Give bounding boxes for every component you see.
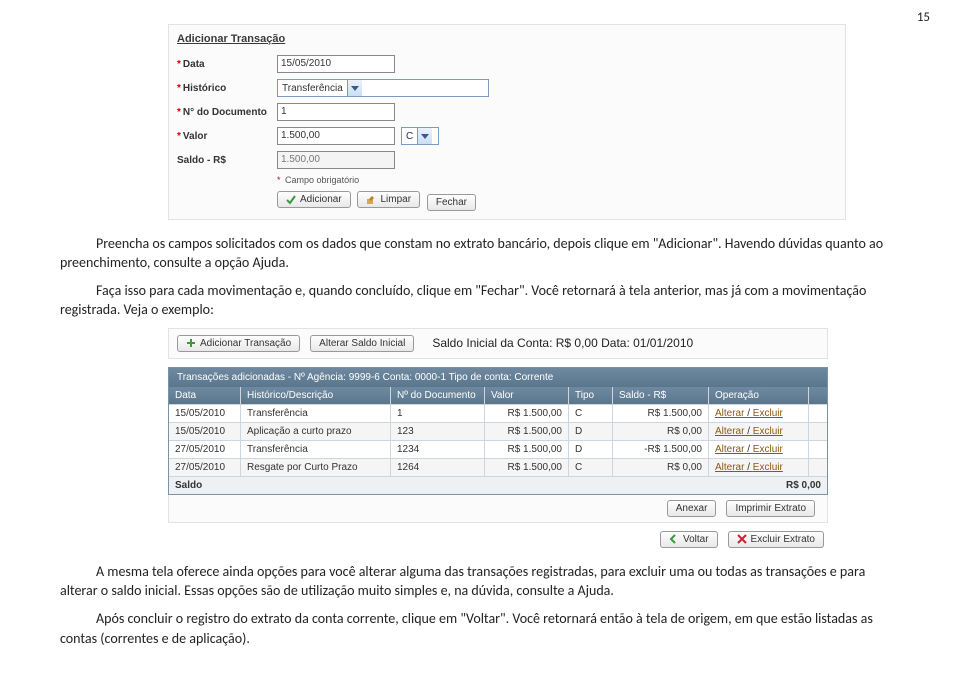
excluir-link[interactable]: Excluir — [744, 426, 782, 437]
fechar-button[interactable]: Fechar — [427, 194, 476, 211]
excluir-link[interactable]: Excluir — [744, 444, 782, 455]
screenshot-add-transaction: Adicionar Transação *Data 15/05/2010 *Hi… — [168, 24, 846, 220]
chevron-down-icon — [417, 128, 432, 144]
limpar-button[interactable]: Limpar — [357, 191, 420, 208]
excluir-link[interactable]: Excluir — [744, 462, 782, 473]
table-header: Data Histórico/Descrição Nº do Documento… — [169, 387, 827, 404]
numdoc-input[interactable]: 1 — [277, 103, 395, 121]
alterar-link[interactable]: Alterar — [715, 462, 744, 473]
chevron-down-icon — [347, 80, 362, 96]
data-input[interactable]: 15/05/2010 — [277, 55, 395, 73]
transactions-table: Transações adicionadas - Nº Agência: 999… — [168, 367, 828, 495]
adicionar-button[interactable]: Adicionar — [277, 191, 351, 208]
table-row: 15/05/2010Transferência1R$ 1.500,00CR$ 1… — [169, 404, 827, 422]
label-numdoc: *N° do Documento — [177, 107, 277, 118]
saldo-footer-value: R$ 0,00 — [727, 477, 827, 494]
historico-select[interactable]: Transferência — [277, 79, 489, 97]
table-row: 27/05/2010Transferência1234R$ 1.500,00D-… — [169, 440, 827, 458]
label-valor: *Valor — [177, 131, 277, 142]
required-note: * Campo obrigatório — [277, 175, 837, 185]
saldo-readonly: 1.500,00 — [277, 151, 395, 169]
voltar-button[interactable]: Voltar — [660, 531, 718, 548]
saldo-inicial-title: Saldo Inicial da Conta: R$ 0,00 Data: 01… — [432, 336, 693, 350]
table-caption: Transações adicionadas - Nº Agência: 999… — [169, 368, 827, 387]
anexar-button[interactable]: Anexar — [667, 500, 717, 517]
imprimir-extrato-button[interactable]: Imprimir Extrato — [726, 500, 815, 517]
alterar-saldo-button[interactable]: Alterar Saldo Inicial — [310, 335, 414, 352]
table-row: 27/05/2010Resgate por Curto Prazo1264R$ … — [169, 458, 827, 476]
label-historico: *Histórico — [177, 83, 277, 94]
paragraph-3: A mesma tela oferece ainda opções para v… — [60, 562, 900, 601]
label-saldo: Saldo - R$ — [177, 155, 277, 166]
alterar-link[interactable]: Alterar — [715, 408, 744, 419]
screenshot-transaction-list: Adicionar Transação Alterar Saldo Inicia… — [168, 328, 828, 548]
label-data: *Data — [177, 59, 277, 70]
adicionar-transacao-button[interactable]: Adicionar Transação — [177, 335, 300, 352]
table-row: 15/05/2010Aplicação a curto prazo123R$ 1… — [169, 422, 827, 440]
excluir-link[interactable]: Excluir — [744, 408, 782, 419]
alterar-link[interactable]: Alterar — [715, 444, 744, 455]
excluir-extrato-button[interactable]: Excluir Extrato — [728, 531, 824, 548]
alterar-link[interactable]: Alterar — [715, 426, 744, 437]
tipo-select[interactable]: C — [401, 127, 439, 145]
page-number: 15 — [917, 10, 930, 25]
saldo-footer-label: Saldo — [169, 477, 727, 494]
paragraph-4: Após concluir o registro do extrato da c… — [60, 609, 900, 648]
form-title: Adicionar Transação — [177, 33, 837, 45]
valor-input[interactable]: 1.500,00 — [277, 127, 395, 145]
paragraph-2: Faça isso para cada movimentação e, quan… — [60, 281, 900, 320]
paragraph-1: Preencha os campos solicitados com os da… — [60, 234, 900, 273]
